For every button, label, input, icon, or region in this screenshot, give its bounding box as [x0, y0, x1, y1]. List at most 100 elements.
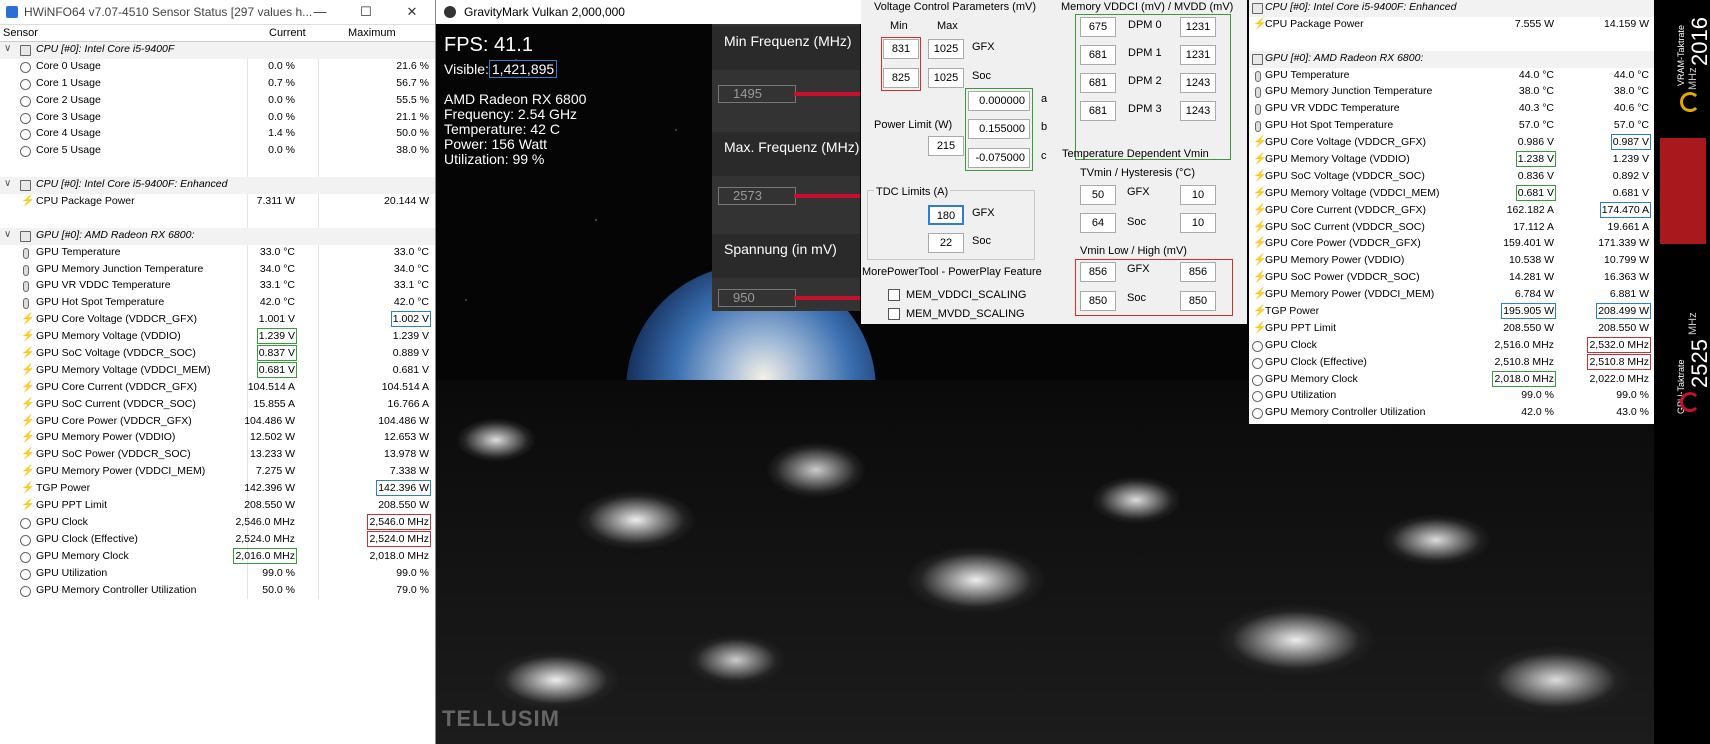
sensor-row[interactable]: GPU Memory Controller Utilization 50.0 % 7… — [0, 583, 435, 600]
sensor-row[interactable]: GPU VR VDDC Temperature 33.1 °C 33.1 °C — [0, 278, 435, 295]
sensor-row[interactable]: Core 2 Usage 0.0 % 55.5 % — [0, 93, 435, 110]
minimize-icon[interactable]: — — [297, 0, 343, 24]
soc-min-input[interactable]: 825 — [883, 68, 919, 88]
tv-soc-left-input[interactable]: 64 — [1080, 213, 1116, 233]
sensor-row[interactable]: ⚡ GPU SoC Power (VDDCR_SOC) 14.281 W 16.363… — [1249, 270, 1654, 287]
max-frequency-slider[interactable] — [794, 194, 860, 198]
sensor-group[interactable]: ∨GPU [#0]: AMD Radeon RX 6800: — [1249, 50, 1654, 68]
sensor-row[interactable]: ⚡ GPU PPT Limit 208.550 W 208.550 W — [1249, 321, 1654, 338]
sensor-row[interactable]: ⚡ GPU Core Power (VDDCR_GFX) 104.486 W 104.… — [0, 414, 435, 431]
sensor-row[interactable]: GPU Memory Junction Temperature 38.0 °C 38… — [1249, 84, 1654, 101]
sensor-row[interactable]: GPU VR VDDC Temperature 40.3 °C 40.6 °C — [1249, 101, 1654, 118]
sensor-group[interactable]: ∨CPU [#0]: Intel Core i5-9400F: Enhanced — [0, 177, 435, 195]
maximize-icon[interactable]: ☐ — [343, 0, 389, 24]
sensor-row[interactable]: ⚡ GPU Memory Voltage (VDDCI_MEM) 0.681 V 0.… — [0, 361, 435, 380]
tv-gfx-right-input[interactable]: 10 — [1180, 185, 1216, 205]
sensor-row[interactable]: GPU Hot Spot Temperature 57.0 °C 57.0 °C — [1249, 118, 1654, 135]
sensor-row[interactable]: ⚡ GPU Memory Power (VDDCI_MEM) 7.275 W 7.33… — [0, 464, 435, 481]
mem-vddci-scaling-checkbox[interactable] — [888, 289, 900, 301]
sensor-row[interactable]: ⚡ GPU PPT Limit 208.550 W 208.550 W — [0, 498, 435, 515]
sensor-row[interactable]: GPU Utilization 99.0 % 99.0 % — [1249, 388, 1654, 405]
gfx-min-input[interactable]: 831 — [883, 39, 919, 59]
sensor-row[interactable]: ⚡ GPU Core Power (VDDCR_GFX) 159.401 W 171.… — [1249, 236, 1654, 253]
dpm-mvdd-input[interactable]: 1231 — [1180, 45, 1216, 65]
collapse-icon[interactable]: ∨ — [4, 229, 11, 240]
voltage-value[interactable]: 950 — [718, 289, 796, 307]
sensor-row[interactable]: ⚡ GPU Memory Power (VDDIO) 12.502 W 12.653 … — [0, 430, 435, 447]
collapse-icon[interactable]: ∨ — [4, 178, 11, 189]
sensor-row[interactable]: GPU Temperature 44.0 °C 44.0 °C — [1249, 68, 1654, 85]
max-frequency-value[interactable]: 2573 — [718, 187, 796, 205]
column-sensor[interactable]: Sensor — [3, 27, 38, 39]
sensor-row[interactable]: GPU Clock 2,516.0 MHz 2,532.0 MHz — [1249, 336, 1654, 355]
sensor-row[interactable]: ⚡ TGP Power 142.396 W 142.396 W — [0, 480, 435, 498]
sensor-row[interactable]: Core 0 Usage 0.0 % 21.6 % — [0, 59, 435, 76]
sensor-row[interactable]: ⚡ GPU Core Current (VDDCR_GFX) 104.514 A 10… — [0, 380, 435, 397]
gfx-max-input[interactable]: 1025 — [928, 39, 964, 59]
min-frequency-slider[interactable] — [794, 92, 860, 96]
collapse-icon[interactable]: ∨ — [4, 43, 11, 54]
dpm-vddci-input[interactable]: 681 — [1080, 101, 1116, 121]
sensor-row[interactable]: ⚡ GPU Memory Power (VDDIO) 10.538 W 10.799 … — [1249, 253, 1654, 270]
sensor-row[interactable]: Core 4 Usage 1.4 % 50.0 % — [0, 126, 435, 143]
sensor-row[interactable]: GPU Temperature 33.0 °C 33.0 °C — [0, 245, 435, 262]
sensor-row[interactable]: ⚡ GPU SoC Current (VDDCR_SOC) 17.112 A 19.6… — [1249, 220, 1654, 237]
current-value: 2,018.0 MHz — [1492, 370, 1556, 387]
tv-gfx-left-input[interactable]: 50 — [1080, 185, 1116, 205]
vm-gfx-high-input[interactable]: 856 — [1180, 262, 1216, 282]
sensor-row[interactable]: ⚡ GPU Core Voltage (VDDCR_GFX) 0.986 V 0.98… — [1249, 134, 1654, 152]
sensor-row[interactable]: GPU Memory Controller Utilization 42.0 % 4… — [1249, 405, 1654, 422]
power-limit-input[interactable]: 215 — [928, 136, 964, 156]
sensor-row[interactable]: GPU Hot Spot Temperature 42.0 °C 42.0 °C — [0, 295, 435, 312]
sensor-row[interactable]: ⚡ GPU Memory Voltage (VDDIO) 1.238 V 1.239 … — [1249, 151, 1654, 169]
sensor-row[interactable]: ⚡ GPU SoC Power (VDDCR_SOC) 13.233 W 13.978… — [0, 447, 435, 464]
voltage-slider[interactable] — [794, 296, 860, 300]
close-icon[interactable]: ✕ — [389, 0, 435, 24]
sensor-row[interactable]: ⚡ TGP Power 195.905 W 208.499 W — [1249, 303, 1654, 321]
dpm-vddci-input[interactable]: 681 — [1080, 73, 1116, 93]
sensor-row[interactable]: Core 3 Usage 0.0 % 21.1 % — [0, 110, 435, 127]
vm-gfx-low-input[interactable]: 856 — [1080, 262, 1116, 282]
sensor-row[interactable]: GPU Clock 2,546.0 MHz 2,546.0 MHz — [0, 513, 435, 532]
sensor-row[interactable]: ⚡ CPU Package Power 7.311 W 20.144 W — [0, 194, 435, 211]
dpm-mvdd-input[interactable]: 1231 — [1180, 17, 1216, 37]
sensor-group[interactable]: ∨ CPU [#0]: Intel Core i5-9400F — [0, 42, 435, 59]
sensor-group[interactable]: ∨CPU [#0]: Intel Core i5-9400F: Enhanced — [1249, 0, 1654, 17]
coef-c-input[interactable]: -0.075000 — [968, 148, 1030, 168]
sensor-row[interactable]: ⚡ GPU SoC Current (VDDCR_SOC) 15.855 A 16.7… — [0, 397, 435, 414]
mem-mvdd-scaling-checkbox[interactable] — [888, 308, 900, 320]
dpm-mvdd-input[interactable]: 1243 — [1180, 73, 1216, 93]
column-current[interactable]: Current — [269, 27, 306, 39]
sensor-row[interactable]: ⚡ GPU SoC Voltage (VDDCR_SOC) 0.837 V 0.889… — [0, 345, 435, 363]
sensor-row[interactable]: GPU Memory Clock 2,018.0 MHz 2,022.0 MHz — [1249, 370, 1654, 389]
sensor-row[interactable]: ⚡ CPU Package Power 7.555 W 14.159 W — [1249, 17, 1654, 34]
vm-soc-low-input[interactable]: 850 — [1080, 291, 1116, 311]
tdc-gfx-input[interactable]: 180 — [928, 205, 964, 225]
dpm-mvdd-input[interactable]: 1243 — [1180, 101, 1216, 121]
coef-b-input[interactable]: 0.155000 — [968, 119, 1030, 139]
sensor-row[interactable]: GPU Utilization 99.0 % 99.0 % — [0, 566, 435, 583]
min-frequency-value[interactable]: 1495 — [718, 85, 796, 103]
sensor-row[interactable]: GPU Clock (Effective) 2,510.8 MHz 2,510.8 … — [1249, 353, 1654, 372]
sensor-row[interactable]: ⚡ GPU Memory Voltage (VDDCI_MEM) 0.681 V 0.… — [1249, 184, 1654, 203]
sensor-row[interactable]: ⚡ GPU Core Current (VDDCR_GFX) 162.182 A 17… — [1249, 201, 1654, 220]
coef-a-input[interactable]: 0.000000 — [968, 91, 1030, 111]
sensor-row[interactable]: GPU Clock (Effective) 2,524.0 MHz 2,524.0 … — [0, 530, 435, 549]
sensor-row[interactable]: ⚡ GPU Memory Power (VDDCI_MEM) 6.784 W 6.88… — [1249, 287, 1654, 304]
dpm-vddci-input[interactable]: 681 — [1080, 45, 1116, 65]
sensor-row[interactable]: ⚡ GPU Core Voltage (VDDCR_GFX) 1.001 V 1.00… — [0, 311, 435, 329]
sensor-row[interactable]: Core 1 Usage 0.7 % 56.7 % — [0, 76, 435, 93]
column-maximum[interactable]: Maximum — [348, 27, 396, 39]
sensor-row[interactable]: ⚡ GPU SoC Voltage (VDDCR_SOC) 0.836 V 0.892… — [1249, 169, 1654, 186]
sensor-row[interactable]: ⚡ GPU Memory Voltage (VDDIO) 1.239 V 1.239 … — [0, 328, 435, 346]
vm-soc-high-input[interactable]: 850 — [1180, 291, 1216, 311]
sensor-group[interactable]: ∨GPU [#0]: AMD Radeon RX 6800: — [0, 227, 435, 245]
soc-max-input[interactable]: 1025 — [928, 68, 964, 88]
tdc-soc-input[interactable]: 22 — [928, 233, 964, 253]
tv-soc-right-input[interactable]: 10 — [1180, 213, 1216, 233]
dpm-vddci-input[interactable]: 675 — [1080, 17, 1116, 37]
sensor-row[interactable]: GPU Memory Clock 2,016.0 MHz 2,018.0 MHz — [0, 547, 435, 566]
maximum-value: 19.661 A — [1607, 220, 1649, 233]
sensor-row[interactable]: GPU Memory Junction Temperature 34.0 °C 34… — [0, 262, 435, 279]
sensor-row[interactable]: Core 5 Usage 0.0 % 38.0 % — [0, 143, 435, 160]
